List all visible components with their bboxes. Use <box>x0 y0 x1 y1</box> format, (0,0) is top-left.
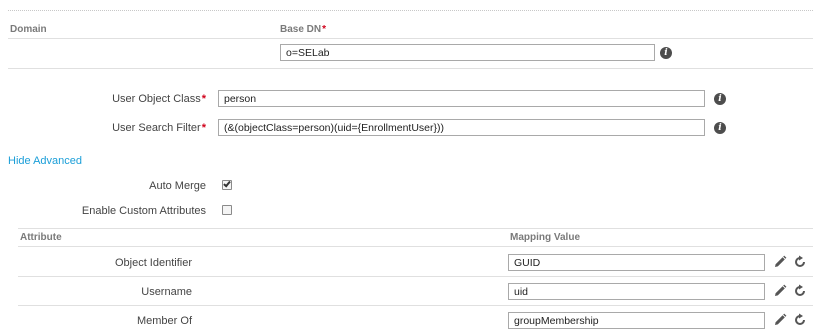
domain-header-label: Domain <box>10 24 47 35</box>
mapping-value-input[interactable] <box>508 254 765 271</box>
attribute-column-header: Attribute <box>20 232 62 243</box>
mapping-value-input[interactable] <box>508 283 765 300</box>
enable-custom-attributes-label: Enable Custom Attributes <box>81 205 206 217</box>
mapping-value-input[interactable] <box>508 312 765 329</box>
pencil-icon[interactable] <box>773 313 787 327</box>
required-mark: * <box>322 24 327 35</box>
required-mark: * <box>201 93 206 105</box>
base-dn-info-icon[interactable]: i <box>660 47 672 59</box>
table-row-attribute: Object Identifier <box>114 257 192 269</box>
table-row-attribute: Username <box>141 286 192 298</box>
auto-merge-label: Auto Merge <box>149 180 206 192</box>
table-row-attribute: Member Of <box>136 315 192 327</box>
user-object-class-input[interactable] <box>218 90 705 107</box>
header-divider <box>8 38 813 39</box>
user-search-filter-label: User Search Filter* <box>20 122 206 134</box>
base-dn-divider <box>8 68 813 69</box>
user-object-class-info-icon[interactable]: i <box>714 93 726 105</box>
user-search-filter-text: User Search Filter <box>112 122 201 134</box>
table-top-divider <box>18 228 813 229</box>
refresh-icon[interactable] <box>793 255 807 269</box>
base-dn-header-label: Base DN <box>280 24 322 35</box>
user-object-class-text: User Object Class <box>112 93 201 105</box>
row-divider <box>18 276 813 277</box>
auto-merge-checkbox[interactable] <box>222 179 232 190</box>
user-object-class-label: User Object Class* <box>20 93 206 105</box>
pencil-icon[interactable] <box>773 284 787 298</box>
hide-advanced-link[interactable]: Hide Advanced <box>8 155 82 167</box>
top-separator <box>8 10 813 11</box>
table-header-divider <box>18 246 813 247</box>
user-search-filter-info-icon[interactable]: i <box>714 122 726 134</box>
user-search-filter-input[interactable] <box>218 119 705 136</box>
checkmark-icon <box>223 179 231 188</box>
refresh-icon[interactable] <box>793 284 807 298</box>
domain-column-header: Domain <box>10 24 47 35</box>
base-dn-column-header: Base DN* <box>280 24 326 35</box>
row-divider <box>18 305 813 306</box>
pencil-icon[interactable] <box>773 255 787 269</box>
refresh-icon[interactable] <box>793 313 807 327</box>
base-dn-input[interactable] <box>280 44 655 61</box>
mapping-value-column-header: Mapping Value <box>510 232 581 243</box>
enable-custom-attributes-checkbox[interactable] <box>222 205 232 215</box>
required-mark: * <box>201 122 206 134</box>
